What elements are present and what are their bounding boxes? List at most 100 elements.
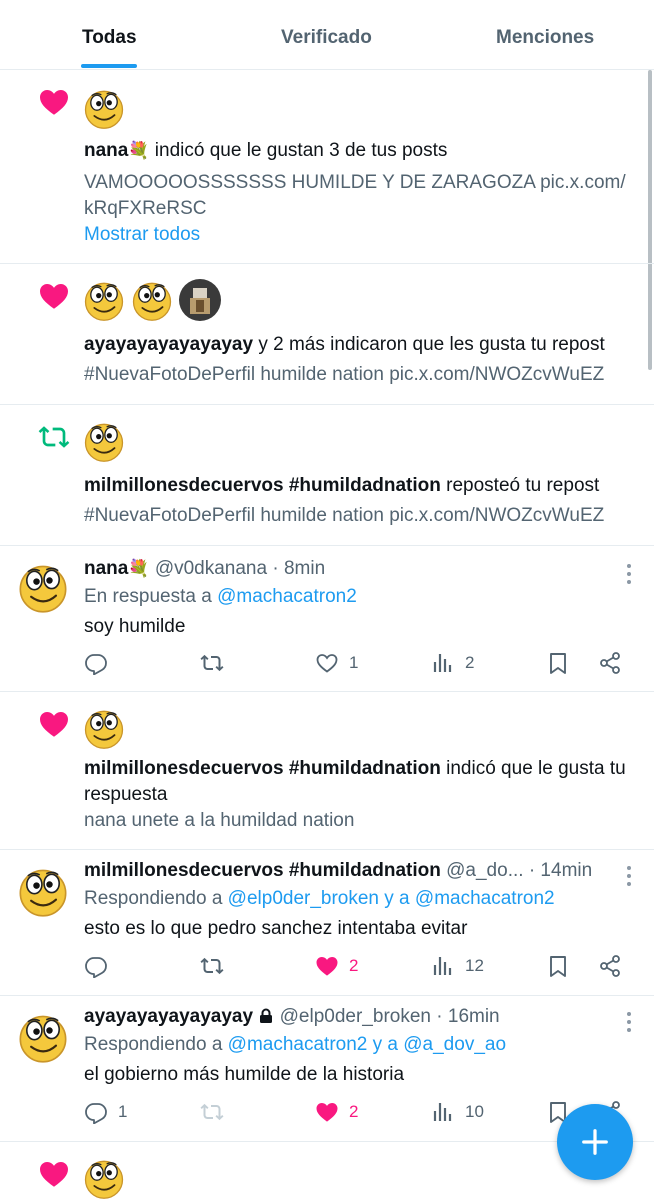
share-icon (598, 954, 622, 978)
avatar[interactable] (82, 86, 126, 130)
post-time: · 14min (528, 860, 593, 881)
reply-button[interactable]: 1 (84, 1100, 127, 1124)
repost-icon (200, 651, 224, 675)
reply-post[interactable]: ayayayayayayayay @elp0der_broken · 16min… (0, 996, 654, 1142)
reply-icon (84, 1100, 108, 1124)
actor-name[interactable]: ayayayayayayayay (84, 334, 253, 355)
avatar[interactable] (82, 278, 126, 322)
notification-like[interactable] (0, 1142, 654, 1200)
repost-icon (38, 421, 70, 453)
author-name[interactable]: ayayayayayayayay (84, 1006, 253, 1027)
repost-button[interactable] (200, 954, 234, 978)
lock-icon (260, 1008, 273, 1023)
post-text: el gobierno más humilde de la historia (84, 1064, 405, 1085)
heart-icon (38, 708, 70, 740)
heart-icon (315, 1100, 339, 1124)
heart-outline-icon (315, 651, 339, 675)
views-count: 12 (465, 956, 484, 975)
bookmark-button[interactable] (546, 651, 570, 675)
avatar[interactable] (82, 1156, 126, 1200)
reply-icon (84, 651, 108, 675)
views-button[interactable]: 10 (431, 1100, 484, 1124)
bookmark-icon (546, 651, 570, 675)
post-actions: 1 2 (84, 651, 634, 681)
reply-to-link[interactable]: @machacatron2 y a @a_dov_ao (228, 1034, 506, 1055)
avatar-photo[interactable] (178, 278, 222, 322)
notification-like[interactable]: ayayayayayayayay y 2 más indicaron que l… (0, 264, 654, 405)
reply-to-link[interactable]: @machacatron2 (217, 586, 357, 607)
notification-text: ayayayayayayayay y 2 más indicaron que l… (84, 332, 634, 358)
repost-icon (200, 1100, 224, 1124)
bookmark-icon (546, 954, 570, 978)
actor-name[interactable]: milmillonesdecuervos #humildadnation (84, 758, 441, 779)
reply-prefix: En respuesta a (84, 586, 218, 607)
reply-prefix: Respondiendo a (84, 888, 228, 909)
author-name[interactable]: milmillonesdecuervos #humildadnation (84, 860, 441, 881)
reply-to-link[interactable]: @elp0der_broken y a @machacatron2 (228, 888, 555, 909)
avatar[interactable] (16, 1010, 70, 1064)
notification-text: nana💐 indicó que le gustan 3 de tus post… (84, 138, 634, 164)
notification-repost[interactable]: milmillonesdecuervos #humildadnation rep… (0, 405, 654, 546)
share-icon (598, 651, 622, 675)
avatar[interactable] (82, 419, 126, 463)
avatar-group (82, 278, 222, 322)
avatar[interactable] (16, 864, 70, 918)
more-options-icon[interactable] (626, 564, 632, 584)
post-text: esto es lo que pedro sanchez intentaba e… (84, 918, 468, 939)
repost-icon (200, 954, 224, 978)
author-handle[interactable]: @a_do... (446, 860, 523, 881)
author-handle[interactable]: @v0dkanana (155, 558, 267, 579)
more-options-icon[interactable] (626, 866, 632, 886)
tab-menciones[interactable]: Menciones (496, 27, 594, 49)
like-count: 2 (349, 956, 359, 975)
plus-icon (582, 1129, 608, 1155)
repost-button[interactable] (200, 651, 234, 675)
heart-icon (315, 954, 339, 978)
post-actions: 2 12 (84, 954, 634, 984)
reply-post[interactable]: nana💐 @v0dkanana · 8min En respuesta a @… (0, 546, 654, 692)
share-button[interactable] (598, 954, 622, 978)
notification-text: milmillonesdecuervos #humildadnation ind… (84, 756, 634, 808)
notification-like[interactable]: milmillonesdecuervos #humildadnation ind… (0, 692, 654, 850)
tab-verificado[interactable]: Verificado (281, 27, 372, 49)
reply-button[interactable] (84, 651, 118, 675)
avatar-group (82, 1156, 126, 1200)
author-handle[interactable]: @elp0der_broken (280, 1006, 431, 1027)
compose-button[interactable] (557, 1104, 633, 1180)
reply-post[interactable]: milmillonesdecuervos #humildadnation @a_… (0, 850, 654, 996)
post-content-line: nana unete a la humildad nation (84, 810, 355, 831)
like-button[interactable]: 1 (315, 651, 358, 675)
share-button[interactable] (598, 651, 622, 675)
post-header: milmillonesdecuervos #humildadnation @a_… (84, 858, 614, 884)
like-button[interactable]: 2 (315, 1100, 358, 1124)
avatar[interactable] (130, 278, 174, 322)
tab-todas[interactable]: Todas (82, 27, 137, 49)
author-name[interactable]: nana (84, 558, 128, 579)
views-count: 2 (465, 653, 475, 672)
actor-name[interactable]: nana (84, 140, 128, 161)
avatar-group (82, 706, 126, 750)
like-button[interactable]: 2 (315, 954, 358, 978)
avatar[interactable] (82, 706, 126, 750)
active-tab-indicator (81, 64, 137, 68)
views-button[interactable]: 2 (431, 651, 474, 675)
actor-name[interactable]: milmillonesdecuervos #humildadnation (84, 475, 441, 496)
notification-like[interactable]: nana💐 indicó que le gustan 3 de tus post… (0, 70, 654, 264)
show-all-link[interactable]: Mostrar todos (84, 222, 634, 248)
views-icon (431, 1100, 455, 1124)
post-actions: 1 2 10 (84, 1100, 634, 1130)
action-text: reposteó tu repost (440, 475, 600, 496)
views-button[interactable]: 12 (431, 954, 484, 978)
reply-icon (84, 954, 108, 978)
bookmark-button[interactable] (546, 954, 570, 978)
reply-prefix: Respondiendo a (84, 1034, 228, 1055)
reply-context: Respondiendo a @machacatron2 y a @a_dov_… (84, 1032, 634, 1058)
avatar[interactable] (16, 560, 70, 614)
post-header: nana💐 @v0dkanana · 8min (84, 556, 614, 582)
post-time: · 16min (436, 1006, 500, 1027)
reply-button[interactable] (84, 954, 118, 978)
heart-icon (38, 86, 70, 118)
action-text: indicó que le gustan 3 de tus posts (149, 140, 448, 161)
views-icon (431, 651, 455, 675)
more-options-icon[interactable] (626, 1012, 632, 1032)
